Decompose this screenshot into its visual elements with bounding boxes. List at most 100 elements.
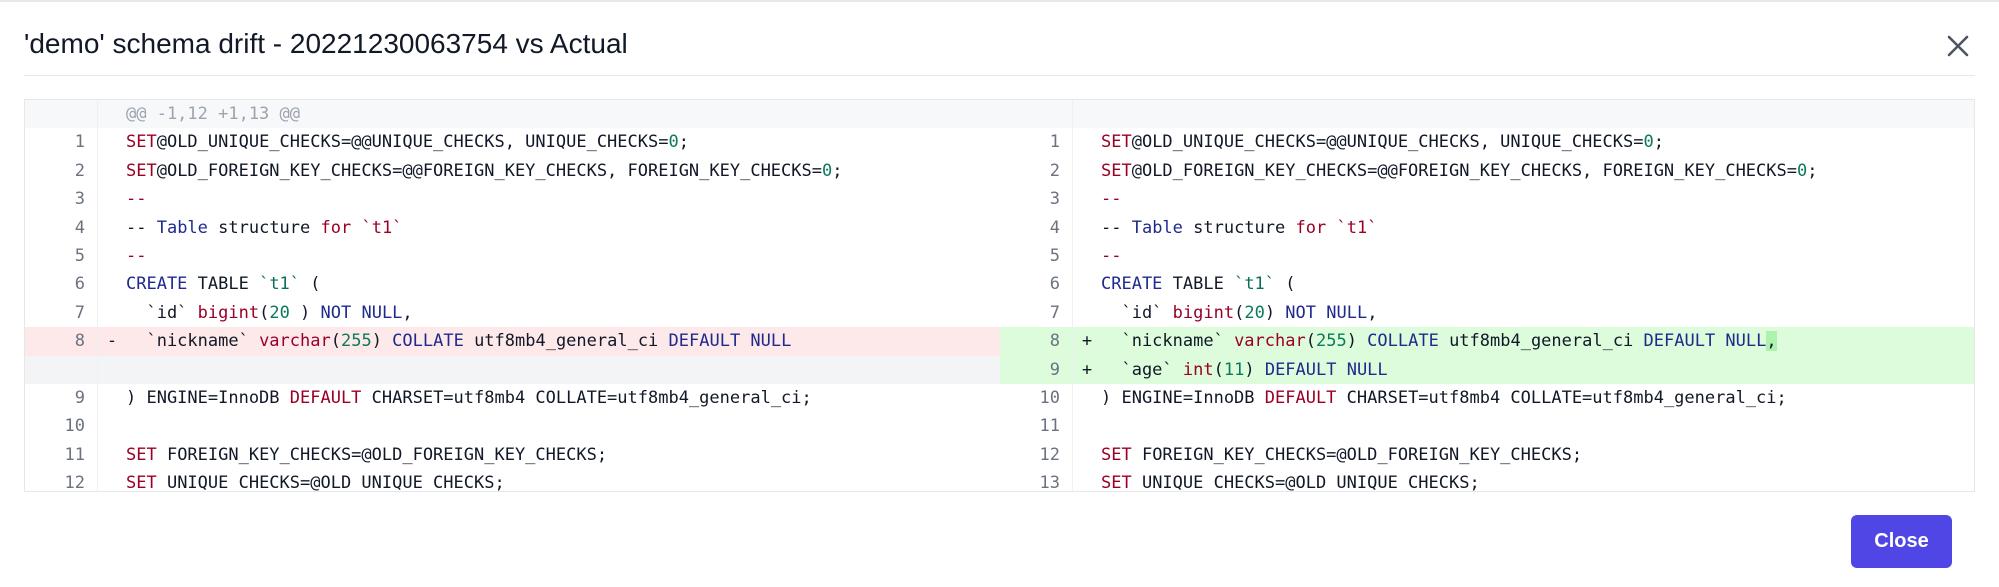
line-number: 3	[25, 185, 98, 214]
code-token: `age`	[1101, 359, 1183, 380]
code-token: @OLD_FOREIGN_KEY_CHECKS=@@FOREIGN_KEY_CH…	[1131, 160, 1797, 181]
line-number: 10	[25, 412, 98, 441]
diff-marker	[1073, 157, 1101, 185]
code-token: ) ENGINE=InnoDB	[126, 387, 290, 408]
line-number: 10	[1000, 383, 1073, 413]
code-token: NOT NULL	[1285, 302, 1368, 323]
code-token: (	[259, 302, 270, 323]
diff-line: 1 SET@OLD_UNIQUE_CHECKS=@@UNIQUE_CHECKS, …	[1000, 128, 1974, 157]
diff-line: 10	[25, 412, 1000, 441]
code-token: 20	[1244, 302, 1265, 323]
code-token: )	[371, 331, 393, 352]
close-icon[interactable]	[1938, 26, 1978, 66]
code-token: --	[1101, 245, 1122, 266]
code-text: `nickname` varchar(255) COLLATE utf8mb4_…	[1101, 327, 1974, 356]
diff-marker	[98, 412, 126, 440]
code-token: NOT NULL	[320, 302, 403, 323]
line-number: 7	[25, 298, 98, 328]
line-number: 13	[1000, 469, 1073, 491]
line-number: 5	[1000, 241, 1073, 271]
code-token: )	[1264, 302, 1286, 323]
diff-marker	[1073, 214, 1101, 242]
line-number: 9	[1000, 355, 1073, 384]
code-token: SET	[126, 132, 157, 153]
diff-line: 6 CREATE TABLE `t1` (	[1000, 270, 1974, 299]
line-number: 4	[25, 213, 98, 242]
code-token: TABLE	[187, 274, 260, 295]
code-token: SET	[126, 473, 157, 491]
close-button[interactable]: Close	[1851, 515, 1952, 568]
code-text: SET FOREIGN_KEY_CHECKS=@OLD_FOREIGN_KEY_…	[126, 441, 1000, 469]
code-text: --	[1101, 242, 1974, 270]
code-token: utf8mb4_general_ci	[463, 331, 669, 352]
code-text: CREATE TABLE `t1` (	[1101, 270, 1974, 298]
diff-line: 8- `nickname` varchar(255) COLLATE utf8m…	[25, 327, 1000, 356]
code-token: FOREIGN_KEY_CHECKS=@OLD_FOREIGN_KEY_CHEC…	[1131, 444, 1583, 465]
code-token: `nickname`	[126, 331, 260, 352]
diff-line: 2 SET@OLD_FOREIGN_KEY_CHECKS=@@FOREIGN_KE…	[25, 156, 1000, 186]
code-token: `id`	[126, 302, 198, 323]
code-text: SET@OLD_FOREIGN_KEY_CHECKS=@@FOREIGN_KEY…	[126, 157, 1000, 185]
code-token: int	[1182, 359, 1214, 380]
code-token: varchar	[1234, 331, 1306, 352]
line-number: 6	[1000, 270, 1073, 299]
code-token: --	[126, 217, 157, 238]
line-number: 8	[25, 327, 98, 356]
diff-line: 9 + `age` int(11) DEFAULT NULL	[1000, 355, 1974, 384]
header-divider	[24, 75, 1975, 76]
code-token: 0	[1797, 160, 1808, 181]
diff-marker	[1073, 299, 1101, 327]
diff-line: 12 SET UNIQUE_CHECKS=@OLD_UNIQUE_CHECKS;	[25, 469, 1000, 491]
diff-marker	[1073, 100, 1101, 129]
diff-marker	[98, 469, 126, 491]
hunk-header-row: @@ -1,12 +1,13 @@	[25, 100, 1000, 129]
diff-line: 3 --	[25, 185, 1000, 214]
diff-pane-baseline[interactable]: @@ -1,12 +1,13 @@ 1 SET@OLD_UNIQUE_CHECKS=…	[25, 100, 1001, 491]
code-token: `t1`	[259, 274, 301, 295]
code-token: for	[320, 217, 352, 238]
diff-line: 10 ) ENGINE=InnoDB DEFAULT CHARSET=utf8mb…	[1000, 383, 1974, 413]
hunk-header	[1101, 100, 1974, 129]
line-number: 2	[1000, 156, 1073, 186]
code-token: )	[1244, 359, 1265, 380]
diff-line: 7 `id` bigint(20) NOT NULL,	[1000, 298, 1974, 328]
code-token: (	[1275, 274, 1296, 295]
code-token: )	[289, 302, 321, 323]
code-token: CREATE	[1101, 274, 1163, 295]
code-token: utf8mb4_general_ci	[1438, 331, 1644, 352]
code-token: )	[1346, 331, 1368, 352]
diff-line: 11	[1000, 412, 1974, 441]
code-token: SET	[1101, 132, 1132, 153]
code-text: ) ENGINE=InnoDB DEFAULT CHARSET=utf8mb4 …	[1101, 384, 1974, 412]
diff-line: 1 SET@OLD_UNIQUE_CHECKS=@@UNIQUE_CHECKS, …	[25, 128, 1000, 157]
diff-pane-actual[interactable]: 1 SET@OLD_UNIQUE_CHECKS=@@UNIQUE_CHECKS, …	[1000, 100, 1974, 491]
line-number: 7	[1000, 298, 1073, 328]
code-token: @OLD_FOREIGN_KEY_CHECKS=@@FOREIGN_KEY_CH…	[156, 160, 822, 181]
close-icon-svg	[1947, 35, 1969, 57]
line-number: 1	[25, 128, 98, 157]
line-number: 3	[1000, 185, 1073, 214]
code-token: CREATE	[126, 274, 188, 295]
code-token: `id`	[1101, 302, 1173, 323]
code-token: bigint	[197, 302, 260, 323]
diff-line: 13 SET UNIQUE_CHECKS=@OLD_UNIQUE_CHECKS;	[1000, 469, 1974, 491]
code-token: SET	[126, 444, 157, 465]
code-token: --	[126, 245, 147, 266]
code-token: ,	[1766, 331, 1777, 352]
diff-marker	[1073, 469, 1101, 491]
code-token: `t1`	[1336, 217, 1378, 238]
line-number-gutter	[1000, 100, 1073, 129]
diff-line: 11 SET FOREIGN_KEY_CHECKS=@OLD_FOREIGN_KE…	[25, 440, 1000, 470]
code-token: UNIQUE_CHECKS=@OLD_UNIQUE_CHECKS;	[156, 473, 505, 491]
diff-marker	[98, 242, 126, 270]
diff-line: 9) ENGINE=InnoDB DEFAULT CHARSET=utf8mb4…	[25, 383, 1000, 413]
code-token: 0	[1643, 132, 1654, 153]
code-token: varchar	[259, 331, 331, 352]
diff-marker	[98, 384, 126, 412]
code-token: DEFAULT	[1264, 387, 1337, 408]
line-number: 4	[1000, 213, 1073, 242]
top-border	[0, 0, 1999, 2]
code-text: CREATE TABLE `t1` (	[126, 270, 1000, 298]
